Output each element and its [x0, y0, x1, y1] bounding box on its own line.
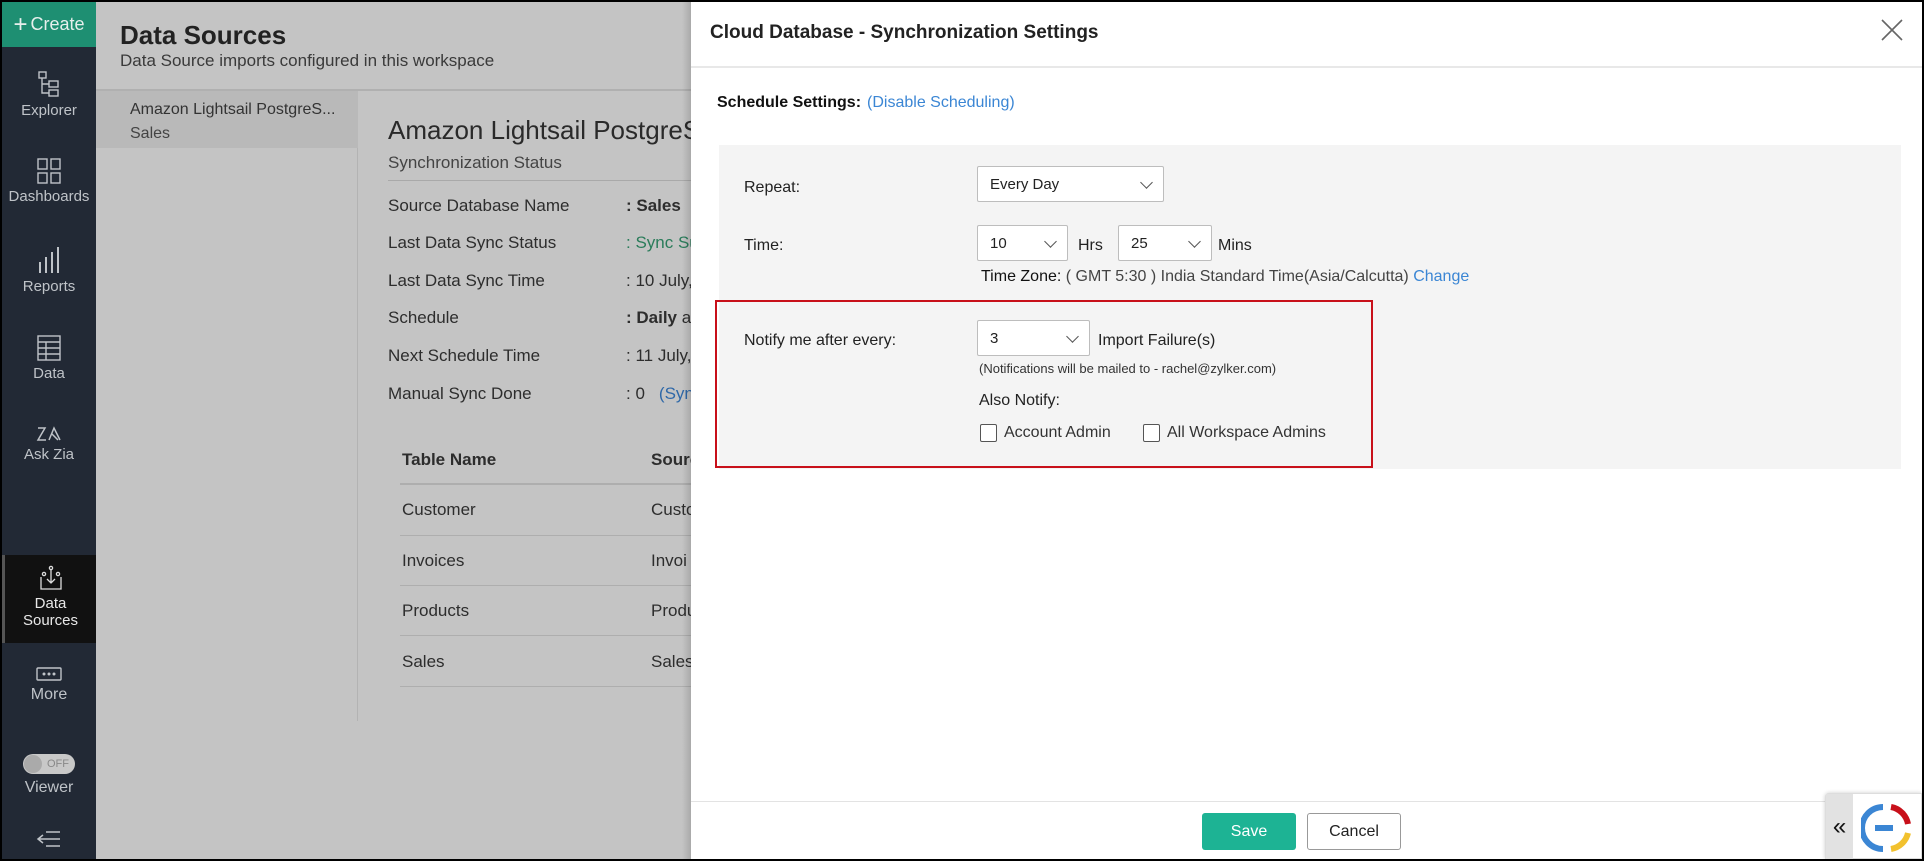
- sidebar-item-ask-zia[interactable]: Ask Zia: [2, 424, 96, 463]
- detail-label: Last Data Sync Status: [388, 233, 557, 252]
- workspace-admins-label[interactable]: All Workspace Admins: [1167, 424, 1326, 442]
- close-icon[interactable]: [1878, 16, 1906, 44]
- brand-logo-icon: [1861, 804, 1911, 852]
- workspace-admins-checkbox[interactable]: [1143, 424, 1160, 442]
- divider: [400, 635, 710, 636]
- divider: [400, 585, 710, 586]
- source-list: Amazon Lightsail PostgreS... Sales: [96, 91, 358, 721]
- sidebar: + Create Explorer Dashboards Reports Dat…: [2, 2, 96, 859]
- repeat-label: Repeat:: [744, 179, 801, 196]
- data-sources-icon: [39, 565, 62, 590]
- table-cell: Customer: [402, 500, 476, 519]
- expand-widget-button[interactable]: «: [1826, 794, 1853, 859]
- minutes-unit: Mins: [1218, 237, 1252, 254]
- plus-icon: +: [13, 10, 28, 38]
- viewer-toggle-group: OFF Viewer: [2, 754, 96, 797]
- chevron-down-icon: [1066, 329, 1079, 343]
- account-admin-checkbox[interactable]: [980, 424, 997, 442]
- sync-settings-modal: Cloud Database - Synchronization Setting…: [691, 2, 1922, 859]
- divider: [400, 535, 710, 536]
- time-label: Time:: [744, 237, 784, 254]
- timezone-row: Time Zone: ( GMT 5:30 ) India Standard T…: [981, 268, 1470, 285]
- app-window: + Create Explorer Dashboards Reports Dat…: [2, 2, 1922, 859]
- sidebar-item-more[interactable]: More: [2, 666, 96, 704]
- table-header: Table Name: [402, 450, 497, 469]
- save-button[interactable]: Save: [1202, 813, 1296, 850]
- divider: [691, 66, 1922, 68]
- explorer-icon: [38, 71, 59, 97]
- sidebar-item-explorer[interactable]: Explorer: [2, 70, 96, 119]
- chevron-down-icon: [1140, 175, 1153, 189]
- divider: [400, 686, 710, 687]
- page-subtitle: Data Source imports configured in this w…: [120, 51, 495, 70]
- detail-subtitle: Synchronization Status: [388, 153, 562, 172]
- create-button[interactable]: + Create: [2, 2, 96, 47]
- detail-value: : Sales: [626, 196, 681, 215]
- account-admin-label[interactable]: Account Admin: [1004, 424, 1111, 442]
- source-workspace: Sales: [130, 125, 171, 142]
- page-title: Data Sources: [120, 20, 287, 50]
- detail-label: Last Data Sync Time: [388, 271, 545, 290]
- schedule-settings-heading: Schedule Settings: (Disable Scheduling): [717, 94, 1015, 111]
- double-chevron-left-icon: «: [1832, 813, 1847, 840]
- also-notify-label: Also Notify:: [979, 392, 1060, 409]
- notify-label: Notify me after every:: [744, 332, 897, 349]
- repeat-select[interactable]: Every Day: [977, 166, 1164, 202]
- disable-scheduling-link[interactable]: (Disable Scheduling): [867, 94, 1015, 111]
- divider: [388, 180, 708, 181]
- table-cell: Sales: [402, 652, 445, 671]
- more-icon: [36, 667, 62, 681]
- detail-title: Amazon Lightsail PostgreS: [388, 115, 701, 145]
- sidebar-item-data-sources[interactable]: Data Sources: [2, 555, 96, 643]
- notify-note: (Notifications will be mailed to - rache…: [979, 361, 1277, 376]
- detail-label: Source Database Name: [388, 196, 570, 215]
- notify-failures-select[interactable]: 3: [977, 320, 1090, 356]
- detail-label: Schedule: [388, 308, 459, 327]
- change-timezone-link[interactable]: Change: [1413, 268, 1469, 285]
- viewer-toggle[interactable]: OFF: [23, 754, 75, 774]
- notify-unit: Import Failure(s): [1098, 332, 1216, 349]
- chevron-down-icon: [1044, 234, 1057, 248]
- hours-unit: Hrs: [1078, 237, 1103, 254]
- divider: [400, 483, 710, 485]
- reports-icon: [39, 247, 59, 273]
- sidebar-item-reports[interactable]: Reports: [2, 246, 96, 295]
- hours-select[interactable]: 10: [977, 225, 1068, 261]
- collapse-icon: [36, 831, 60, 847]
- sidebar-item-data[interactable]: Data: [2, 335, 96, 382]
- zia-icon: [36, 426, 61, 441]
- assistant-widget[interactable]: «: [1825, 793, 1922, 859]
- source-list-item[interactable]: Amazon Lightsail PostgreS... Sales: [96, 91, 358, 148]
- table-cell: Products: [402, 601, 470, 620]
- modal-title: Cloud Database - Synchronization Setting…: [710, 22, 1099, 43]
- detail-label: Manual Sync Done: [388, 384, 532, 403]
- table-icon: [37, 335, 61, 361]
- minutes-select[interactable]: 25: [1118, 225, 1212, 261]
- dashboards-icon: [37, 158, 61, 184]
- detail-label: Next Schedule Time: [388, 346, 541, 365]
- chevron-down-icon: [1188, 234, 1201, 248]
- divider: [691, 801, 1922, 802]
- sidebar-item-dashboards[interactable]: Dashboards: [2, 158, 96, 205]
- collapse-sidebar-button[interactable]: [2, 830, 96, 852]
- table-cell: Invoices: [402, 551, 465, 570]
- source-name: Amazon Lightsail PostgreS...: [130, 101, 336, 118]
- cancel-button[interactable]: Cancel: [1307, 813, 1401, 850]
